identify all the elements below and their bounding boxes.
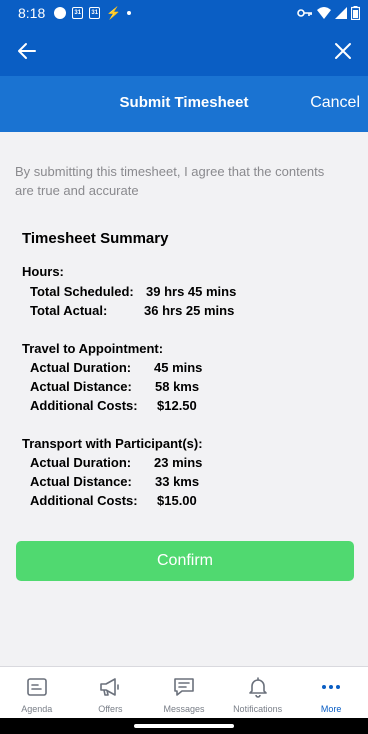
transport-distance-label: Actual Distance: [30,474,132,489]
tab-label: Offers [98,704,123,714]
travel-distance-value: 58 kms [155,379,200,394]
gesture-nav-bar [0,718,368,734]
back-arrow-icon[interactable] [14,38,40,64]
chat-notification-icon [54,7,67,19]
transport-duration-label: Actual Duration: [30,455,132,470]
tab-offers[interactable]: Offers [74,667,148,718]
travel-heading: Travel to Appointment: [22,341,164,356]
tab-more[interactable]: More [294,667,368,718]
tab-label: Agenda [21,704,53,714]
close-icon[interactable] [330,38,356,64]
transport-distance-value: 33 kms [155,474,200,489]
battery-icon [351,6,360,20]
total-actual-label: Total Actual: [30,303,108,318]
travel-costs-value: $12.50 [157,398,197,413]
status-time: 8:18 [18,5,46,21]
confirm-button[interactable]: Confirm [16,541,354,581]
tab-notifications[interactable]: Notifications [221,667,295,718]
bottom-tab-bar: Agenda Offers Messages Notifications Mor… [0,666,368,718]
megaphone-icon [100,678,120,696]
travel-costs-label: Additional Costs: [30,398,138,413]
calendar-icon: 31 [89,7,101,19]
total-scheduled-value: 39 hrs 45 mins [146,284,237,299]
tab-messages[interactable]: Messages [147,667,221,718]
wifi-icon [317,7,331,19]
transport-costs-value: $15.00 [157,493,197,508]
bell-icon [248,677,267,698]
transport-heading: Transport with Participant(s): [22,436,203,451]
calendar-icon: 31 [72,7,84,19]
transport-costs-label: Additional Costs: [30,493,138,508]
dot-icon [127,11,132,15]
tab-label: More [320,704,342,714]
title-bar: Submit Timesheet Cancel [0,76,368,132]
travel-distance-label: Actual Distance: [30,379,132,394]
total-scheduled-label: Total Scheduled: [30,284,134,299]
tab-agenda[interactable]: Agenda [0,667,74,718]
transport-duration-value: 23 mins [154,455,203,470]
travel-duration-label: Actual Duration: [30,360,132,375]
home-indicator[interactable] [134,724,234,728]
app-bar [0,26,368,76]
tab-label: Messages [163,704,205,714]
more-icon [322,685,341,689]
message-icon [174,678,194,696]
lightning-icon: ⚡ [106,6,122,20]
tab-label: Notifications [233,704,283,714]
summary-title: Timesheet Summary [22,230,169,247]
total-actual-value: 36 hrs 25 mins [144,303,235,318]
cancel-button[interactable]: Cancel [310,94,360,112]
vpn-key-icon [297,9,312,17]
hours-heading: Hours: [22,264,64,279]
agreement-text: By submitting this timesheet, I agree th… [15,164,325,198]
cell-signal-icon [335,7,347,19]
travel-duration-value: 45 mins [154,360,203,375]
agenda-icon [26,678,47,696]
status-bar: 8:18 31 31 ⚡ [0,0,368,26]
